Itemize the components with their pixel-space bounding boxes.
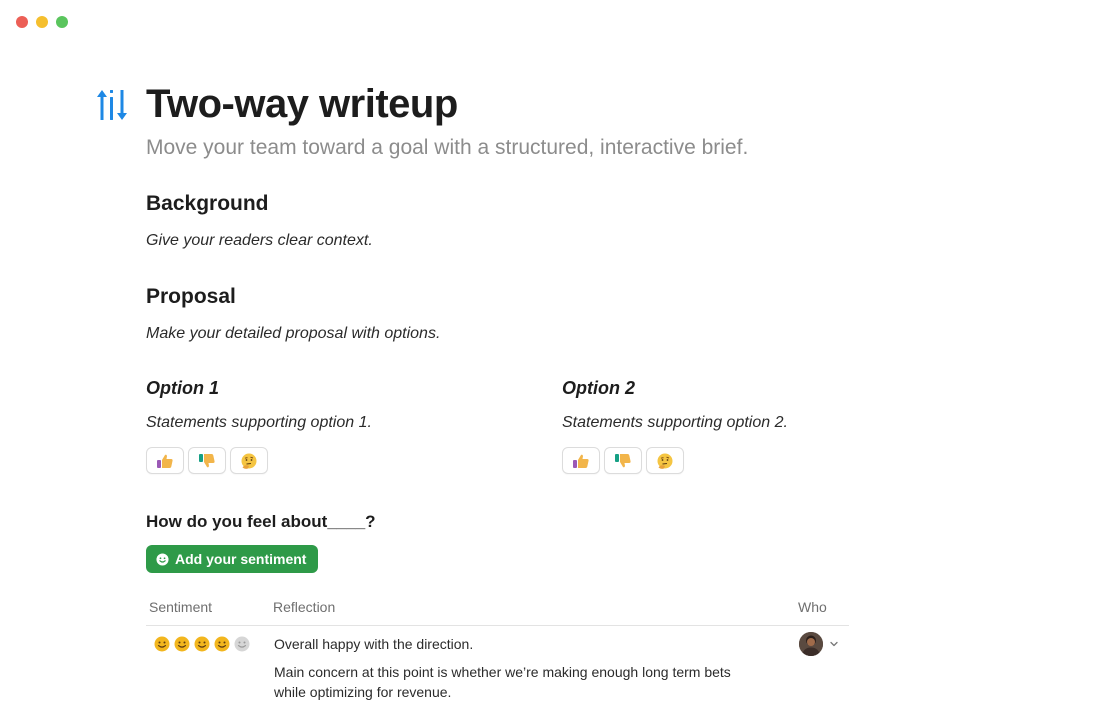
thinking-face-icon bbox=[657, 453, 673, 469]
proposal-text: Make your detailed proposal with options… bbox=[146, 325, 441, 342]
page-subtitle: Move your team toward a goal with a stru… bbox=[146, 136, 749, 159]
column-header-who: Who bbox=[798, 599, 827, 615]
reflection-text-line-1: Main concern at this point is whether we… bbox=[274, 664, 731, 680]
thinking-face-button[interactable] bbox=[646, 447, 684, 474]
column-header-sentiment: Sentiment bbox=[149, 599, 213, 615]
thinking-face-icon bbox=[241, 453, 257, 469]
thumbs-up-icon bbox=[573, 454, 589, 468]
option-1-title: Option 1 bbox=[146, 378, 219, 398]
page-title: Two-way writeup bbox=[146, 82, 458, 126]
up-down-arrows-icon bbox=[97, 90, 127, 120]
reflection-text: Overall happy with the direction. bbox=[274, 636, 474, 652]
smiley-icon bbox=[194, 636, 210, 652]
smiley-icon bbox=[214, 636, 230, 652]
zoom-window-button[interactable] bbox=[56, 16, 68, 28]
proposal-heading: Proposal bbox=[146, 285, 236, 308]
thumbs-up-button[interactable] bbox=[146, 447, 184, 474]
thumbs-down-button[interactable] bbox=[604, 447, 642, 474]
close-window-button[interactable] bbox=[16, 16, 28, 28]
reflection-text-line-2: while optimizing for revenue. bbox=[274, 684, 452, 700]
avatar[interactable] bbox=[799, 632, 823, 656]
background-text: Give your readers clear context. bbox=[146, 232, 373, 249]
smiley-icon bbox=[154, 636, 170, 652]
thumbs-down-icon bbox=[199, 453, 215, 467]
thumbs-up-button[interactable] bbox=[562, 447, 600, 474]
option-2-text: Statements supporting option 2. bbox=[562, 414, 788, 431]
window-controls bbox=[16, 16, 68, 28]
chevron-down-icon[interactable] bbox=[829, 639, 839, 649]
smiley-empty-icon bbox=[234, 636, 250, 652]
option-1-reactions bbox=[146, 447, 268, 474]
background-heading: Background bbox=[146, 192, 269, 215]
option-2-title: Option 2 bbox=[562, 378, 635, 398]
option-1-text: Statements supporting option 1. bbox=[146, 414, 372, 431]
sentiment-question: How do you feel about____? bbox=[146, 512, 376, 531]
minimize-window-button[interactable] bbox=[36, 16, 48, 28]
thumbs-down-button[interactable] bbox=[188, 447, 226, 474]
person-avatar-icon bbox=[799, 632, 823, 656]
add-sentiment-label: Add your sentiment bbox=[175, 551, 307, 567]
sentiment-rating[interactable] bbox=[154, 636, 250, 652]
thumbs-down-icon bbox=[615, 453, 631, 467]
thinking-face-button[interactable] bbox=[230, 447, 268, 474]
smiley-icon bbox=[174, 636, 190, 652]
option-2-reactions bbox=[562, 447, 684, 474]
smiley-icon bbox=[156, 552, 169, 566]
table-divider bbox=[146, 625, 849, 626]
column-header-reflection: Reflection bbox=[273, 599, 336, 615]
add-sentiment-button[interactable]: Add your sentiment bbox=[146, 545, 319, 573]
thumbs-up-icon bbox=[157, 454, 173, 468]
